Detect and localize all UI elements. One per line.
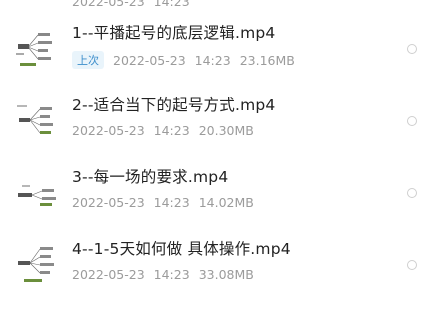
file-list: 2022-05-23 14:23 1--平播起号的底层逻辑.mp4 上次 202… (0, 0, 428, 318)
file-size: 20.30MB (198, 123, 254, 138)
file-date: 2022-05-23 (113, 52, 186, 68)
file-meta: 2022-05-23 14:23 14.02MB (72, 195, 263, 210)
select-radio[interactable] (407, 116, 417, 126)
file-time: 14:23 (194, 52, 231, 68)
file-date: 2022-05-23 (72, 0, 145, 9)
file-time: 14:23 (153, 267, 190, 282)
file-meta: 2022-05-23 14:23 33.08MB (72, 267, 263, 282)
mindmap-thumbnail-icon (14, 169, 60, 215)
file-row[interactable]: 3--每一场的要求.mp4 2022-05-23 14:23 14.02MB (0, 159, 428, 229)
mindmap-thumbnail-svg (16, 33, 52, 66)
mindmap-thumbnail-icon (14, 241, 60, 287)
mindmap-thumbnail-icon (14, 25, 60, 71)
file-time: 14:23 (153, 123, 190, 138)
file-meta: 2022-05-23 14:23 20.30MB (72, 123, 263, 138)
file-size: 23.16MB (239, 52, 295, 68)
file-meta: 上次 2022-05-23 14:23 23.16MB (72, 51, 304, 69)
file-name: 1--平播起号的底层逻辑.mp4 (72, 24, 276, 42)
file-time: 14:23 (153, 0, 190, 9)
file-row[interactable]: 4--1-5天如何做 具体操作.mp4 2022-05-23 14:23 33.… (0, 231, 428, 301)
file-row[interactable]: 1--平播起号的底层逻辑.mp4 上次 2022-05-23 14:23 23.… (0, 15, 428, 85)
select-radio[interactable] (407, 260, 417, 270)
select-radio[interactable] (407, 188, 417, 198)
file-row[interactable]: 2--适合当下的起号方式.mp4 2022-05-23 14:23 20.30M… (0, 87, 428, 157)
mindmap-thumbnail-svg (18, 185, 56, 206)
file-meta: 2022-05-23 14:23 (72, 0, 199, 9)
file-date: 2022-05-23 (72, 267, 145, 282)
mindmap-thumbnail-svg (17, 105, 53, 134)
file-name: 4--1-5天如何做 具体操作.mp4 (72, 240, 291, 258)
select-radio[interactable] (407, 44, 417, 54)
file-size: 33.08MB (198, 267, 254, 282)
file-name: 3--每一场的要求.mp4 (72, 168, 229, 186)
file-size: 14.02MB (198, 195, 254, 210)
mindmap-thumbnail-svg (18, 247, 54, 282)
file-date: 2022-05-23 (72, 123, 145, 138)
file-time: 14:23 (153, 195, 190, 210)
last-viewed-badge: 上次 (72, 51, 104, 69)
mindmap-thumbnail-icon (14, 97, 60, 143)
file-date: 2022-05-23 (72, 195, 145, 210)
file-name: 2--适合当下的起号方式.mp4 (72, 96, 276, 114)
